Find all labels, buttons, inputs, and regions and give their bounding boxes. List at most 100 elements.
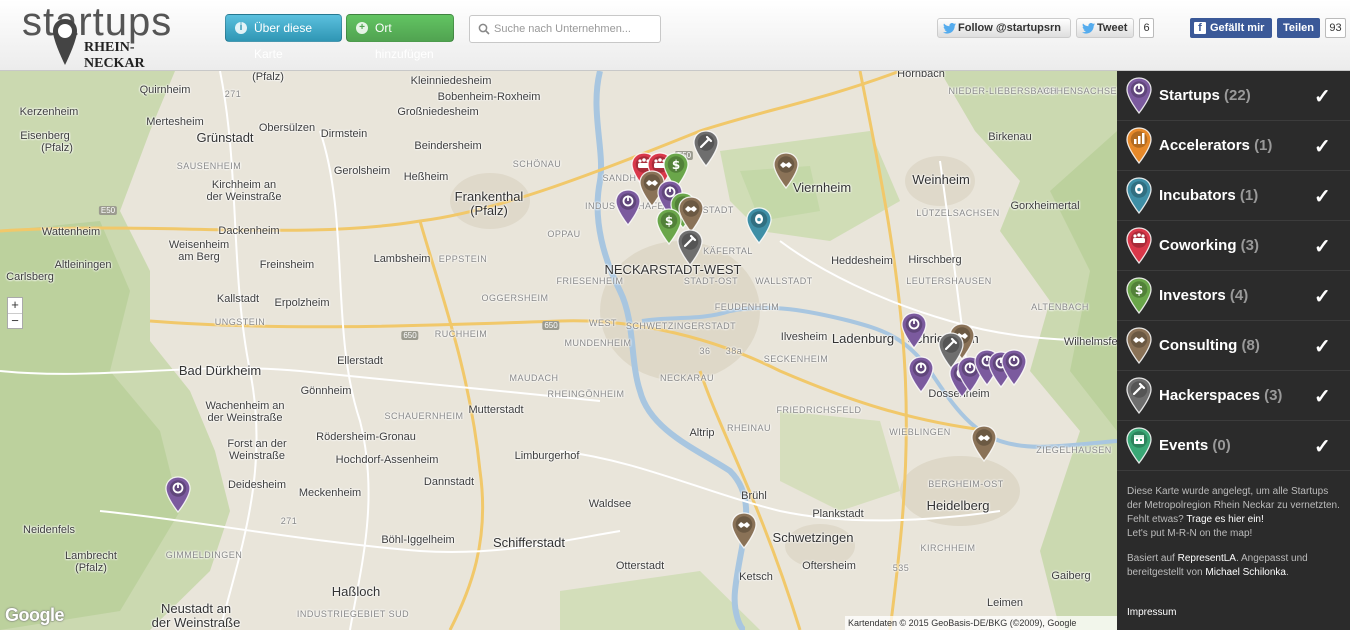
map-marker[interactable] — [901, 312, 927, 349]
category-label: Incubators (1) — [1159, 187, 1259, 204]
map-place-label: 650 — [542, 321, 560, 330]
header-bar: startups RHEIN-NECKAR i Über diese Karte… — [0, 0, 1350, 71]
map-marker[interactable] — [677, 229, 703, 266]
map-place-label: Mertesheim — [146, 116, 204, 128]
add-entry-link[interactable]: Trage es hier ein! — [1186, 514, 1263, 525]
google-logo[interactable]: Google — [5, 605, 65, 626]
category-label: Hackerspaces (3) — [1159, 387, 1283, 404]
checkmark-icon[interactable]: ✓ — [1314, 234, 1331, 259]
people-icon — [1126, 227, 1152, 269]
map-place-label: STADT-OST — [683, 276, 739, 286]
map-place-label: 271 — [224, 89, 242, 99]
category-count: (8) — [1241, 337, 1260, 354]
category-toggle-events[interactable]: Events (0) ✓ — [1117, 421, 1350, 471]
map-place-label: Plankstadt — [812, 508, 864, 520]
site-logo[interactable]: startups RHEIN-NECKAR — [22, 2, 192, 71]
map-marker[interactable] — [746, 207, 772, 244]
category-pin-icon — [1126, 177, 1152, 215]
map-marker[interactable] — [165, 476, 191, 513]
category-toggle-investors[interactable]: $ Investors (4) ✓ — [1117, 271, 1350, 321]
tweet-label: Tweet — [1097, 22, 1128, 34]
map-place-label: Brühl — [741, 490, 767, 502]
category-count: (3) — [1240, 237, 1260, 254]
zoom-out-button[interactable]: − — [8, 313, 22, 328]
map-place-label: Carlsberg — [6, 271, 54, 283]
map-marker[interactable] — [971, 425, 997, 462]
twitter-follow-button[interactable]: Follow @startupsrn — [937, 18, 1071, 38]
map-place-label: Altrip — [689, 427, 715, 439]
category-toggle-consulting[interactable]: Consulting (8) ✓ — [1117, 321, 1350, 371]
map-marker[interactable] — [908, 356, 934, 393]
map-place-label: RHEINGÖNHEIM — [547, 389, 625, 399]
twitter-bird-icon — [1082, 23, 1095, 34]
wrench-icon — [693, 130, 719, 167]
map-place-label: Gaiberg — [1051, 570, 1091, 582]
map-place-label: Freinsheim — [259, 259, 315, 271]
map-attribution: Kartendaten © 2015 GeoBasis-DE/BKG (©200… — [845, 616, 1117, 630]
category-toggle-coworking[interactable]: Coworking (3) ✓ — [1117, 221, 1350, 271]
map-place-label: Gerolsheim — [333, 165, 391, 177]
category-toggle-incubators[interactable]: Incubators (1) ✓ — [1117, 171, 1350, 221]
about-map-button[interactable]: i Über diese Karte — [225, 14, 342, 61]
map-place-label: MUNDENHEIM — [564, 338, 632, 348]
category-toggle-hackerspaces[interactable]: Hackerspaces (3) ✓ — [1117, 371, 1350, 421]
map-place-label: SCHWETZINGERSTADT — [625, 321, 737, 331]
category-pin-icon — [1126, 127, 1152, 165]
checkmark-icon[interactable]: ✓ — [1314, 134, 1331, 159]
checkmark-icon[interactable]: ✓ — [1314, 384, 1331, 409]
handshake-icon — [773, 152, 799, 189]
map-marker[interactable] — [1001, 349, 1027, 386]
checkmark-icon[interactable]: ✓ — [1314, 84, 1331, 109]
plus-icon: + — [356, 22, 368, 34]
about-map-label: Über diese Karte — [254, 21, 313, 61]
representla-link[interactable]: RepresentLA — [1178, 553, 1236, 564]
map-marker[interactable] — [731, 512, 757, 549]
facebook-share-button[interactable]: Teilen — [1277, 18, 1320, 38]
map-place-label: der Weinstraße — [151, 615, 241, 630]
map-place-label: Kallstadt — [216, 293, 260, 305]
map-place-label: NECKARAU — [659, 373, 715, 383]
map-place-label: 650 — [401, 331, 419, 340]
map-place-label: LÜTZELSACHSEN — [916, 208, 1000, 218]
checkmark-icon[interactable]: ✓ — [1314, 434, 1331, 459]
map-place-label: SCHÖNAU — [512, 159, 562, 169]
map-place-label: Weisenheim — [168, 239, 230, 251]
search-input[interactable] — [494, 20, 654, 38]
category-toggle-startups[interactable]: Startups (22) ✓ — [1117, 71, 1350, 121]
wrench-icon — [1126, 377, 1152, 419]
map-place-label: Obersülzen — [258, 122, 316, 134]
map-place-label: Frankenthal — [454, 189, 524, 204]
map-place-label: Hochdorf-Assenheim — [335, 454, 439, 466]
map-place-label: Gorxheimertal — [1010, 200, 1080, 212]
map-place-label: Hornbach — [897, 71, 945, 80]
category-toggle-accelerators[interactable]: Accelerators (1) ✓ — [1117, 121, 1350, 171]
author-link[interactable]: Michael Schilonka — [1205, 567, 1286, 578]
facebook-like-button[interactable]: f Gefällt mir — [1190, 18, 1272, 38]
map-marker[interactable] — [615, 189, 641, 226]
map-place-label: Ilvesheim — [780, 331, 828, 343]
tweet-button[interactable]: Tweet — [1076, 18, 1134, 38]
zoom-in-button[interactable]: + — [8, 298, 22, 313]
map-place-label: (Pfalz) — [41, 142, 73, 154]
map-canvas[interactable]: Kleinniedesheim (Pfalz) Quirnheim Bobenheim… — [0, 71, 1117, 630]
checkmark-icon[interactable]: ✓ — [1314, 184, 1331, 209]
map-place-label: Altleiningen — [54, 259, 112, 271]
handshake-icon — [1126, 327, 1152, 369]
map-place-label: Wachenheim an — [205, 400, 285, 412]
category-count: (3) — [1264, 387, 1283, 404]
checkmark-icon[interactable]: ✓ — [1314, 334, 1331, 359]
map-place-label: EPPSTEIN — [438, 254, 488, 264]
search-box[interactable] — [469, 15, 661, 43]
map-place-label: Dackenheim — [218, 225, 280, 237]
category-count: (1) — [1239, 187, 1259, 204]
map-marker[interactable] — [773, 152, 799, 189]
tweet-count: 6 — [1139, 18, 1154, 38]
map-place-label: OPPAU — [547, 229, 581, 239]
checkmark-icon[interactable]: ✓ — [1314, 284, 1331, 309]
power-icon — [1001, 349, 1027, 386]
add-place-button[interactable]: + Ort hinzufügen — [346, 14, 454, 61]
map-place-label: Eisenberg — [20, 130, 70, 142]
map-place-label: Kerzenheim — [19, 106, 79, 118]
impressum-link[interactable]: Impressum — [1127, 607, 1176, 618]
map-marker[interactable] — [693, 130, 719, 167]
